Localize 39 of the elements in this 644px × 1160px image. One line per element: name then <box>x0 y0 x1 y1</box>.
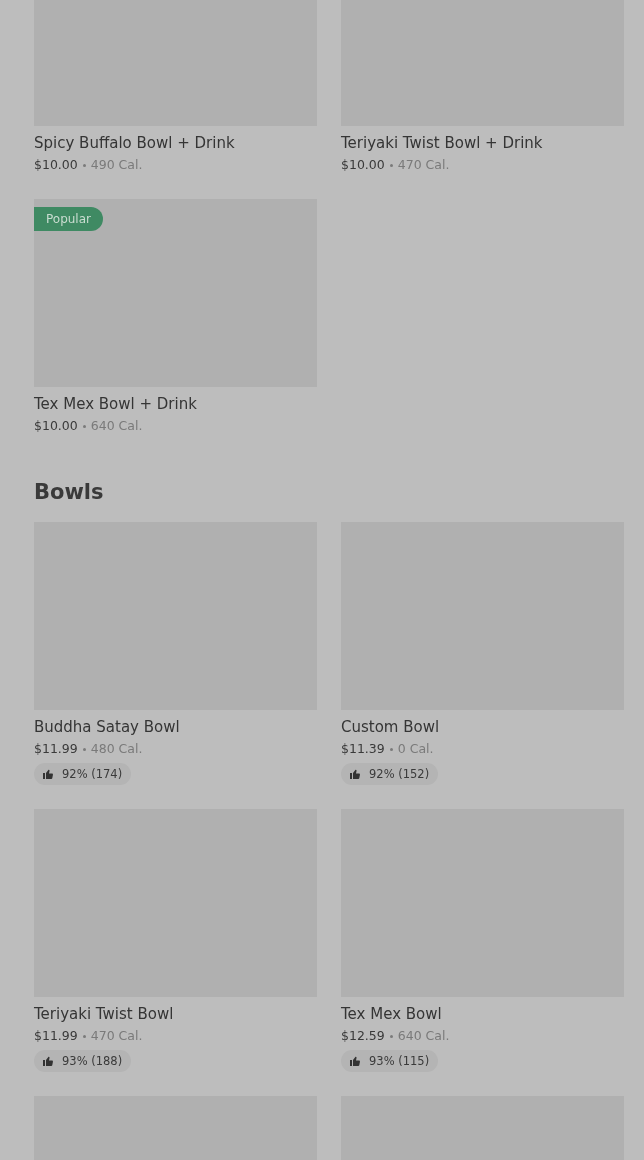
item-name: Custom Bowl <box>341 717 441 738</box>
item-price: $11.99 <box>34 1027 78 1045</box>
item-price: $12.59 <box>341 1027 385 1045</box>
item-price: $10.00 <box>34 156 78 174</box>
item-calories: 640 Cal. <box>90 417 143 435</box>
thumbs-up-icon <box>42 768 54 780</box>
separator-dot <box>82 424 86 428</box>
separator-dot <box>82 747 86 751</box>
thumbs-up-icon <box>349 1055 361 1067</box>
rating-text: 92% (152) <box>369 766 430 782</box>
item-name: Buddha Satay Bowl <box>34 717 181 738</box>
image-placeholder[interactable]: Popular <box>34 199 317 387</box>
separator-dot <box>389 163 393 167</box>
item-name: Spicy Buffalo Bowl + Drink <box>34 133 236 154</box>
item-calories: 470 Cal. <box>397 156 450 174</box>
rating-text: 93% (115) <box>369 1053 430 1069</box>
separator-dot <box>82 163 86 167</box>
item-price: $11.39 <box>341 740 385 758</box>
thumbs-up-icon <box>42 1055 54 1067</box>
item-price: $10.00 <box>341 156 385 174</box>
item-price: $11.99 <box>34 740 78 758</box>
item-name: Teriyaki Twist Bowl <box>34 1004 175 1025</box>
item-name: Tex Mex Bowl <box>341 1004 443 1025</box>
separator-dot <box>82 1034 86 1038</box>
item-price: $10.00 <box>34 417 78 435</box>
separator-dot <box>389 747 393 751</box>
item-name: Tex Mex Bowl + Drink <box>34 394 198 415</box>
item-calories: 480 Cal. <box>90 740 143 758</box>
item-calories: 490 Cal. <box>90 156 143 174</box>
item-calories: 640 Cal. <box>397 1027 450 1045</box>
popular-badge: Popular <box>34 207 103 231</box>
rating-text: 92% (174) <box>62 766 123 782</box>
item-calories: 0 Cal. <box>397 740 434 758</box>
separator-dot <box>389 1034 393 1038</box>
thumbs-up-icon <box>349 768 361 780</box>
item-calories: 470 Cal. <box>90 1027 143 1045</box>
section-heading: Bowls <box>34 479 105 506</box>
item-name: Teriyaki Twist Bowl + Drink <box>341 133 544 154</box>
rating-text: 93% (188) <box>62 1053 123 1069</box>
